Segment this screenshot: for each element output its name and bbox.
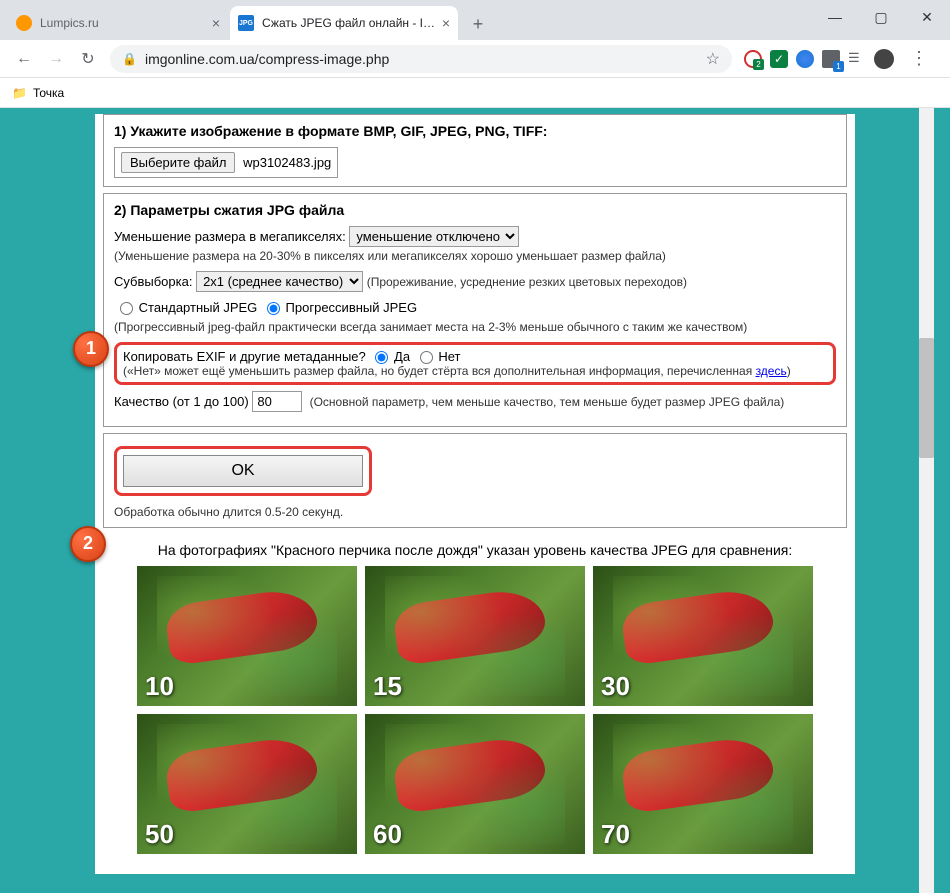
favicon-lumpics [16,15,32,31]
minimize-button[interactable]: — [812,0,858,34]
reload-button[interactable]: ↻ [72,43,104,75]
badge: 2 [753,59,764,70]
highlight-ok: OK [114,446,372,496]
extension-opera-icon[interactable]: 2 [744,50,762,68]
quality-label: 30 [601,671,630,702]
bookmark-folder[interactable]: Точка [33,86,64,100]
quality-sample: 50 [137,714,357,854]
processing-note: Обработка обычно длится 0.5-20 секунд. [114,505,343,519]
bookmark-star-icon[interactable]: ☆ [706,49,720,69]
section-title: 1) Укажите изображение в формате BMP, GI… [114,123,836,139]
megapixel-label: Уменьшение размера в мегапикселях: [114,229,346,244]
section-params: 2) Параметры сжатия JPG файла Уменьшение… [103,193,847,427]
quality-sample: 60 [365,714,585,854]
quality-label: 70 [601,819,630,850]
exif-no-radio[interactable] [420,351,433,364]
browser-titlebar: Lumpics.ru × JPG Сжать JPEG файл онлайн … [0,0,950,40]
bookmarks-bar: 📁 Точка [0,78,950,108]
annotation-marker-1: 1 [73,331,109,367]
exif-hint-a: («Нет» может ещё уменьшить размер файла,… [123,364,756,378]
close-window-button[interactable]: ✕ [904,0,950,34]
subsampling-hint: (Прореживание, усреднение резких цветовы… [367,275,687,289]
quality-input[interactable] [252,391,302,412]
tab-imgonline[interactable]: JPG Сжать JPEG файл онлайн - IMG × [230,6,458,40]
extension-globe-icon[interactable] [796,50,814,68]
jpeg-std-radio-label[interactable]: Стандартный JPEG [114,300,257,315]
megapixel-hint: (Уменьшение размера на 20-30% в пикселях… [114,247,836,265]
quality-label: 50 [145,819,174,850]
jpeg-prog-radio[interactable] [267,302,280,315]
extension-check-icon[interactable]: ✓ [770,50,788,68]
page-viewport: 1) Укажите изображение в формате BMP, GI… [0,108,950,893]
exif-label: Копировать EXIF и другие метаданные? [123,349,366,364]
tab-title: Lumpics.ru [40,16,206,30]
choose-file-button[interactable]: Выберите файл [121,152,235,173]
jpeg-std-radio[interactable] [120,302,133,315]
annotation-marker-2: 2 [70,526,106,562]
exif-yes-radio[interactable] [375,351,388,364]
favicon-imgonline: JPG [238,15,254,31]
samples-caption: На фотографиях "Красного перчика после д… [95,542,855,558]
folder-icon: 📁 [12,86,27,100]
quality-sample: 70 [593,714,813,854]
forward-button[interactable]: → [40,43,72,75]
exif-no-radio-label[interactable]: Нет [414,349,461,364]
lock-icon: 🔒 [122,52,137,66]
quality-label: 60 [373,819,402,850]
quality-sample: 30 [593,566,813,706]
subsampling-label: Субвыборка: [114,274,192,289]
section-title: 2) Параметры сжатия JPG файла [114,202,836,218]
scrollbar-thumb[interactable] [919,338,934,458]
quality-samples-grid: 10 15 30 50 60 70 [95,566,855,874]
quality-sample: 15 [365,566,585,706]
close-icon[interactable]: × [442,15,450,31]
quality-hint: (Основной параметр, чем меньше качество,… [310,395,785,409]
megapixel-select[interactable]: уменьшение отключено [349,226,519,247]
jpeg-type-hint: (Прогрессивный jpeg-файл практически все… [114,318,836,336]
new-tab-button[interactable]: + [464,10,492,38]
page-content: 1) Укажите изображение в формате BMP, GI… [95,114,855,874]
extension-box-icon[interactable]: 1 [822,50,840,68]
quality-label: 15 [373,671,402,702]
highlight-exif: 1 Копировать EXIF и другие метаданные? Д… [114,342,836,385]
exif-link[interactable]: здесь [756,364,787,378]
back-button[interactable]: ← [8,43,40,75]
exif-hint-b: ) [787,364,791,378]
badge: 1 [833,61,844,72]
jpeg-prog-radio-label[interactable]: Прогрессивный JPEG [261,300,417,315]
address-input[interactable]: 🔒 imgonline.com.ua/compress-image.php ☆ [110,45,732,73]
reading-list-icon[interactable]: ☰ [848,50,866,68]
menu-button[interactable]: ⋮ [902,48,936,69]
url-text: imgonline.com.ua/compress-image.php [145,51,698,67]
quality-label: Качество (от 1 до 100) [114,394,249,409]
tab-lumpics[interactable]: Lumpics.ru × [8,6,228,40]
address-bar: ← → ↻ 🔒 imgonline.com.ua/compress-image.… [0,40,950,78]
quality-sample: 10 [137,566,357,706]
section-submit: OK 2 Обработка обычно длится 0.5-20 секу… [103,433,847,528]
quality-label: 10 [145,671,174,702]
close-icon[interactable]: × [212,15,220,31]
profile-avatar[interactable] [874,49,894,69]
subsampling-select[interactable]: 2x1 (среднее качество) [196,271,363,292]
ok-button[interactable]: OK [123,455,363,487]
exif-yes-radio-label[interactable]: Да [369,349,410,364]
selected-filename: wp3102483.jpg [243,155,331,170]
tab-title: Сжать JPEG файл онлайн - IMG [262,16,436,30]
section-upload: 1) Укажите изображение в формате BMP, GI… [103,114,847,187]
scrollbar[interactable] [919,108,934,893]
maximize-button[interactable]: ▢ [858,0,904,34]
